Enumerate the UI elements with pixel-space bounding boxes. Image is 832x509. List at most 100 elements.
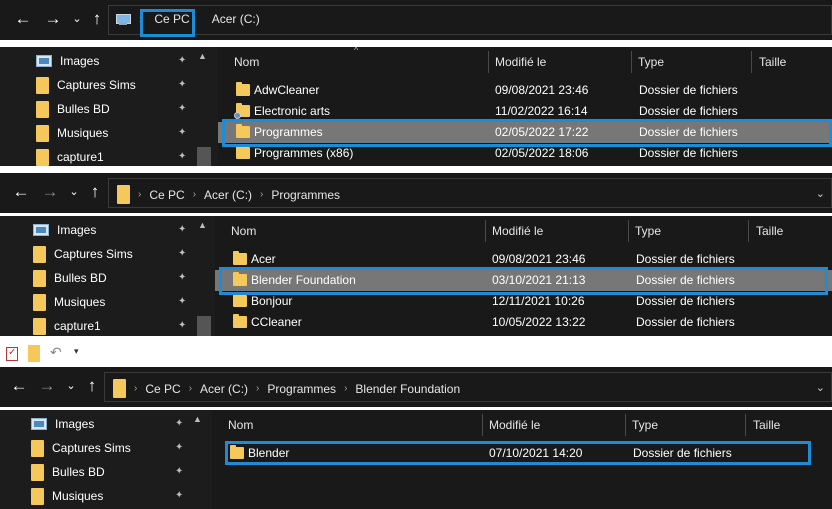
undo-icon[interactable]: ↶ [50, 344, 62, 361]
column-separator[interactable] [625, 414, 626, 436]
table-row[interactable]: AdwCleaner 09/08/2021 23:46 Dossier de f… [218, 80, 832, 101]
folder-icon [236, 82, 250, 96]
breadcrumb-programmes[interactable]: Programmes [271, 188, 340, 202]
file-name: CCleaner [251, 315, 302, 329]
scroll-up-arrow-icon[interactable]: ▲ [198, 51, 207, 61]
column-header-name[interactable]: Nom [234, 47, 259, 77]
folder-icon [31, 463, 44, 481]
pin-icon[interactable]: ✦ [178, 272, 186, 283]
sidebar-item-bulles-bd[interactable]: Bulles BD [33, 266, 107, 290]
sidebar-item-images[interactable]: Images [31, 412, 94, 436]
file-modified: 10/05/2022 13:22 [492, 315, 586, 329]
pin-icon[interactable]: ✦ [178, 248, 186, 259]
pin-icon[interactable]: ✦ [175, 490, 183, 501]
address-field[interactable]: › Ce PC Acer (C:) [108, 5, 832, 35]
sidebar-item-bulles-bd[interactable]: Bulles BD [31, 460, 105, 484]
pin-icon[interactable]: ✦ [175, 466, 183, 477]
column-header-type[interactable]: Type [638, 47, 664, 77]
column-separator[interactable] [628, 220, 629, 242]
up-arrow-icon[interactable]: ↑ [84, 181, 106, 203]
breadcrumb-ce-pc[interactable]: Ce PC [149, 188, 184, 202]
sidebar-item-capture1[interactable]: capture1 [36, 145, 104, 166]
column-header-type[interactable]: Type [635, 216, 661, 246]
pin-icon[interactable]: ✦ [178, 224, 186, 235]
scroll-up-arrow-icon[interactable]: ▲ [193, 414, 202, 424]
sidebar-item-musiques[interactable]: Musiques [33, 290, 105, 314]
breadcrumb-acer-c[interactable]: Acer (C:) [200, 382, 248, 396]
folder-icon [117, 185, 130, 204]
column-header-size[interactable]: Taille [756, 216, 783, 246]
sidebar-item-label: Captures Sims [52, 441, 131, 455]
folder-icon [36, 100, 49, 118]
column-header-modified[interactable]: Modifié le [492, 216, 543, 246]
address-dropdown-chevron-icon[interactable]: ⌄ [816, 187, 825, 200]
up-arrow-icon[interactable]: ↑ [81, 375, 103, 397]
pin-icon[interactable]: ✦ [175, 442, 183, 453]
folder-icon [33, 245, 46, 263]
column-header-name[interactable]: Nom [231, 216, 256, 246]
column-header-name[interactable]: Nom [228, 410, 253, 440]
column-separator[interactable] [485, 220, 486, 242]
sidebar-item-captures-sims[interactable]: Captures Sims [31, 436, 131, 460]
forward-arrow-icon[interactable]: → [36, 375, 58, 397]
breadcrumb-blender-foundation[interactable]: Blender Foundation [355, 382, 460, 396]
address-dropdown-chevron-icon[interactable]: ⌄ [816, 381, 825, 394]
sidebar-item-label: Musiques [52, 489, 104, 503]
address-field[interactable]: › Ce PC › Acer (C:) › Programmes ⌄ [108, 178, 832, 208]
breadcrumb-acer-c[interactable]: Acer (C:) [204, 188, 252, 202]
scroll-up-arrow-icon[interactable]: ▲ [198, 220, 207, 230]
pin-icon[interactable]: ✦ [175, 418, 183, 429]
address-bar-2: ← → ⌄ ↑ › Ce PC › Acer (C:) › Programmes… [0, 173, 832, 213]
forward-arrow-icon[interactable]: → [42, 8, 64, 30]
sidebar-item-label: Bulles BD [54, 271, 107, 285]
column-separator[interactable] [745, 414, 746, 436]
column-header-modified[interactable]: Modifié le [489, 410, 540, 440]
recent-locations-chevron-icon[interactable]: ⌄ [63, 181, 85, 203]
pin-icon[interactable]: ✦ [178, 79, 186, 90]
breadcrumb-ce-pc[interactable]: Ce PC [145, 382, 180, 396]
scrollbar-thumb[interactable] [197, 316, 211, 336]
breadcrumb-acer-c[interactable]: Acer (C:) [212, 12, 260, 26]
column-header-modified[interactable]: Modifié le [495, 47, 546, 77]
column-header-size[interactable]: Taille [753, 410, 780, 440]
forward-arrow-icon[interactable]: → [39, 181, 61, 203]
back-arrow-icon[interactable]: ← [8, 375, 30, 397]
sidebar-item-musiques[interactable]: Musiques [36, 121, 108, 145]
sidebar-item-captures-sims[interactable]: Captures Sims [33, 242, 133, 266]
column-separator[interactable] [482, 414, 483, 436]
new-folder-icon[interactable] [28, 345, 40, 362]
scrollbar-thumb[interactable] [197, 147, 211, 166]
recent-locations-chevron-icon[interactable]: ⌄ [60, 375, 82, 397]
properties-icon[interactable] [6, 347, 18, 361]
address-field[interactable]: › Ce PC › Acer (C:) › Programmes › Blend… [104, 372, 832, 402]
sidebar-item-capture1[interactable]: capture1 [33, 314, 101, 336]
sidebar-item-musiques[interactable]: Musiques [31, 484, 103, 508]
recent-locations-chevron-icon[interactable]: ⌄ [66, 8, 88, 30]
breadcrumb-separator: › [138, 189, 142, 200]
back-arrow-icon[interactable]: ← [10, 181, 32, 203]
pin-icon[interactable]: ✦ [178, 55, 186, 66]
sidebar-item-label: Bulles BD [52, 465, 105, 479]
column-header-type[interactable]: Type [632, 410, 658, 440]
column-separator[interactable] [631, 51, 632, 73]
customize-toolbar-chevron-icon[interactable]: ▾ [74, 346, 79, 357]
table-row[interactable]: CCleaner 10/05/2022 13:22 Dossier de fic… [215, 312, 832, 333]
sidebar-item-bulles-bd[interactable]: Bulles BD [36, 97, 110, 121]
sort-caret-icon: ^ [354, 47, 359, 55]
pin-icon[interactable]: ✦ [178, 320, 186, 331]
explorer-panel-1: ▲ Images ✦ Captures Sims ✦ Bulles BD ✦ M… [0, 47, 832, 166]
column-separator[interactable] [488, 51, 489, 73]
pin-icon[interactable]: ✦ [178, 151, 186, 162]
column-header-size[interactable]: Taille [759, 47, 786, 77]
up-arrow-icon[interactable]: ↑ [86, 8, 108, 30]
column-separator[interactable] [751, 51, 752, 73]
sidebar-item-images[interactable]: Images [33, 218, 96, 242]
pin-icon[interactable]: ✦ [178, 127, 186, 138]
breadcrumb-programmes[interactable]: Programmes [267, 382, 336, 396]
pin-icon[interactable]: ✦ [178, 103, 186, 114]
pin-icon[interactable]: ✦ [178, 296, 186, 307]
sidebar-item-images[interactable]: Images [36, 49, 99, 73]
back-arrow-icon[interactable]: ← [12, 8, 34, 30]
sidebar-item-captures-sims[interactable]: Captures Sims [36, 73, 136, 97]
column-separator[interactable] [748, 220, 749, 242]
